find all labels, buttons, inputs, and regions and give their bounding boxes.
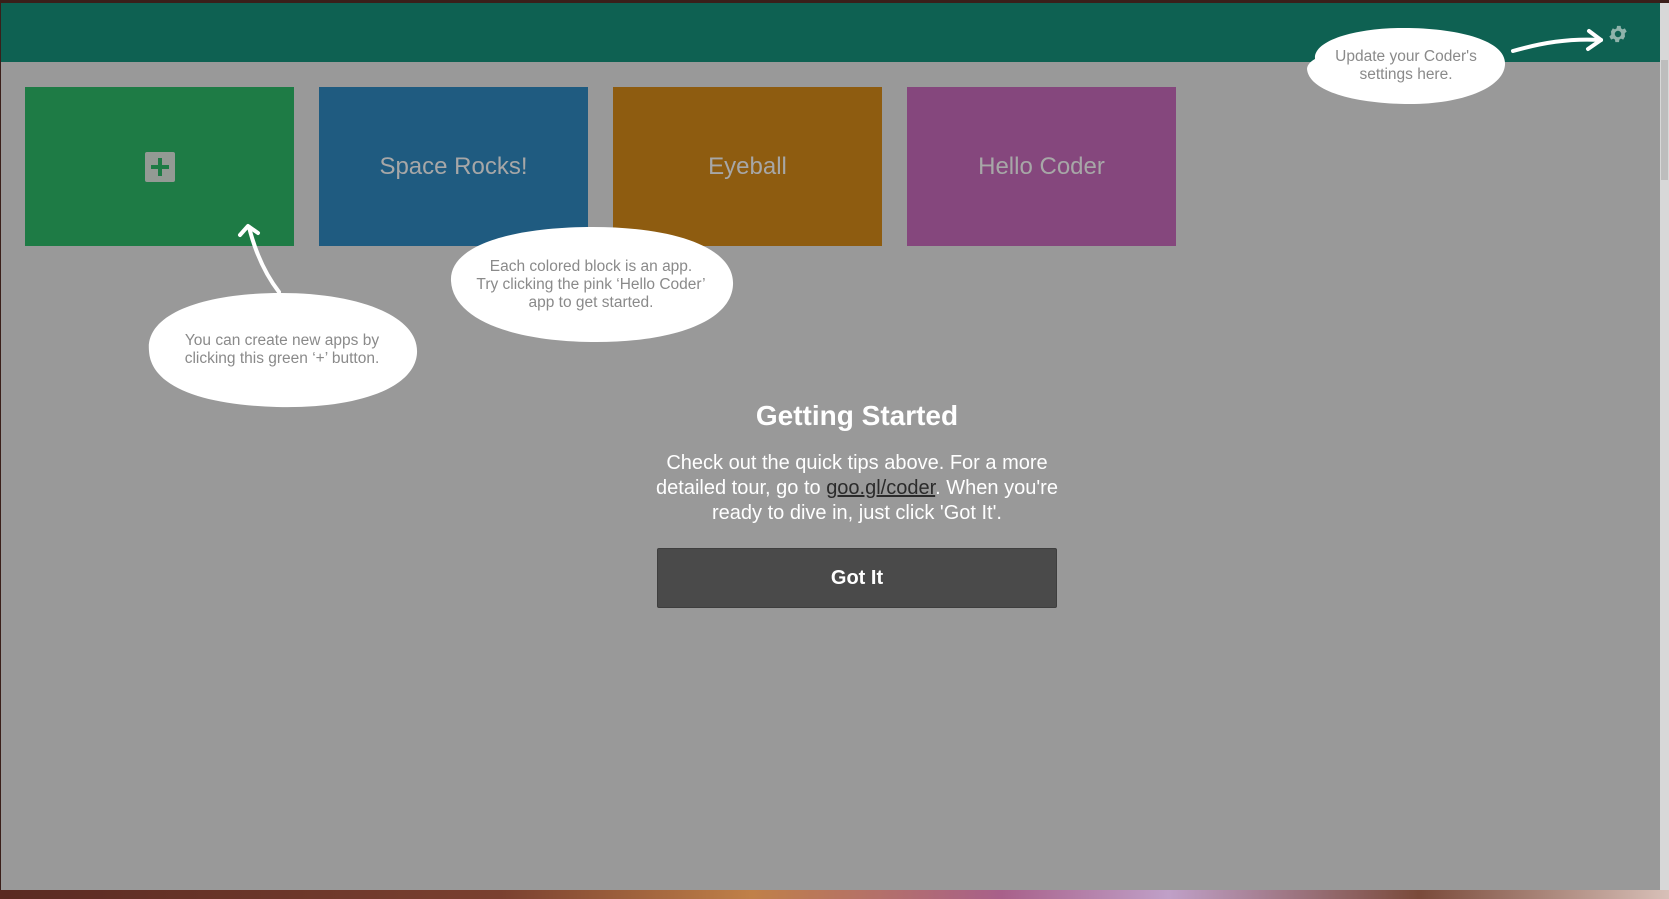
scrollbar-thumb[interactable] [1661,60,1668,180]
app-tile-hello-coder[interactable]: Hello Coder [907,87,1176,246]
plus-icon [144,151,175,182]
gear-icon [1609,25,1627,43]
app-tile-label: Space Rocks! [379,152,528,180]
got-it-button[interactable]: Got It [657,548,1057,608]
coder-window: Space Rocks! Eyeball Hello Coder Update … [1,3,1661,890]
settings-button[interactable] [1604,20,1632,48]
getting-started-title: Getting Started [755,400,959,431]
app-tile-label: Eyeball [708,152,787,180]
tip-text: Update your Coder's settings here. [1335,48,1477,83]
tip-bubble-apps: Each colored block is an app. Try clicki… [443,223,739,347]
desktop-background [0,890,1669,899]
new-app-button[interactable] [25,87,294,246]
tour-link[interactable]: goo.gl/coder [826,477,935,499]
tip-bubble-create: You can create new apps by clicking this… [141,289,423,411]
tip-text: Each colored block is an app. Try clicki… [476,258,706,311]
app-tile-label: Hello Coder [978,152,1105,180]
tip-bubble-settings: Update your Coder's settings here. [1301,25,1511,107]
getting-started-body: Check out the quick tips above. For a mo… [637,451,1077,526]
getting-started-panel: Getting Started Check out the quick tips… [607,399,1107,526]
tip-text: You can create new apps by clicking this… [184,332,380,367]
